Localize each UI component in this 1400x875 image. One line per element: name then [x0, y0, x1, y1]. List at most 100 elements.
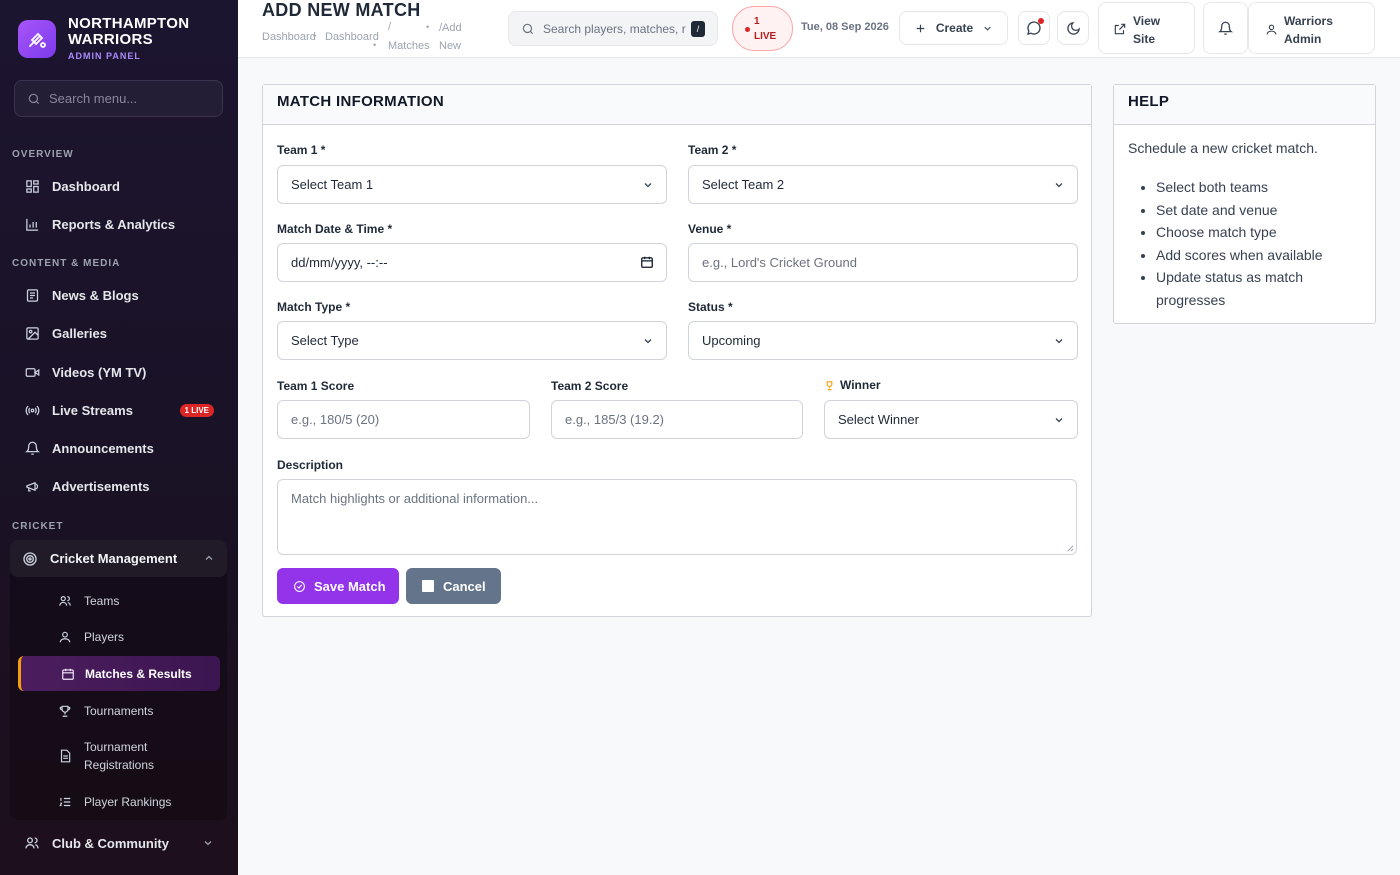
status-label: Status *	[688, 300, 733, 314]
help-list-item: Choose match type	[1156, 221, 1323, 244]
match-type-select[interactable]: Select Type	[277, 321, 667, 360]
venue-label: Venue *	[688, 222, 732, 236]
description-label: Description	[277, 458, 344, 472]
sidebar-item-club-community[interactable]: Club & Community	[12, 825, 226, 861]
create-label: Create	[935, 21, 974, 35]
megaphone-icon	[24, 478, 40, 494]
sidebar-item-announcements[interactable]: Announcements	[12, 430, 226, 466]
help-list: Select both teams Set date and venue Cho…	[1156, 176, 1323, 311]
match-date-input[interactable]: dd/mm/yyyy, --:--	[277, 243, 667, 282]
winner-label: Winner	[840, 378, 881, 392]
live-status-badge[interactable]: 1 LIVE	[732, 6, 793, 51]
live-count-badge: 1 LIVE	[179, 403, 214, 417]
status-select[interactable]: Upcoming	[688, 321, 1078, 360]
sidebar-item-label: Tournament	[84, 740, 148, 754]
cricket-bat-logo-icon	[18, 19, 56, 58]
card-title: MATCH INFORMATION	[263, 85, 1091, 125]
breadcrumb-dashboard[interactable]: Dashboard	[262, 31, 316, 43]
resize-handle-icon[interactable]	[1066, 544, 1074, 552]
team1-select[interactable]: Select Team 1	[277, 165, 667, 204]
description-textarea[interactable]: Match highlights or additional informati…	[277, 479, 1077, 555]
breadcrumb-matches[interactable]: Matches	[388, 40, 430, 52]
sidebar-item-label: Cricket Management	[50, 551, 178, 566]
view-site-button[interactable]: View Site	[1098, 2, 1195, 54]
sidebar-item-galleries[interactable]: Galleries	[12, 315, 226, 351]
external-link-icon	[1113, 22, 1127, 36]
notifications-button[interactable]	[1203, 2, 1248, 54]
save-match-label: Save Match	[314, 578, 386, 594]
team1-score-label: Team 1 Score	[277, 379, 355, 393]
user-menu-button[interactable]: Warriors Admin	[1248, 2, 1375, 54]
sidebar-subitem-matches[interactable]: Matches & Results	[18, 656, 220, 691]
sidebar-item-live-streams[interactable]: Live Streams 1 LIVE	[12, 392, 226, 428]
chevron-down-icon	[982, 23, 993, 34]
sidebar-item-cricket-management[interactable]: Cricket Management	[10, 540, 227, 577]
team2-score-input[interactable]: e.g., 185/3 (19.2)	[551, 400, 803, 439]
help-card: HELP Schedule a new cricket match. Selec…	[1113, 84, 1376, 324]
sidebar-item-label: Registrations	[84, 758, 155, 772]
sidebar-item-reports[interactable]: Reports & Analytics	[12, 206, 226, 242]
sidebar-item-videos[interactable]: Videos (YM TV)	[12, 354, 226, 390]
user-name-1: Warriors	[1284, 14, 1333, 28]
sidebar: NORTHAMPTON WARRIORS ADMIN PANEL Search …	[0, 0, 238, 875]
sidebar-subitem-tournaments[interactable]: Tournaments	[46, 702, 220, 720]
calendar-icon[interactable]	[640, 255, 654, 272]
breadcrumb-dashboard-2[interactable]: Dashboard	[325, 31, 379, 43]
breadcrumb-separator: •	[313, 31, 317, 41]
current-date: Tue, 08 Sep 2026	[801, 21, 889, 33]
brand-name-line1: NORTHAMPTON	[68, 15, 190, 32]
winner-label-row: Winner	[824, 378, 881, 392]
section-cricket: CRICKET	[12, 521, 64, 532]
help-title: HELP	[1114, 85, 1375, 125]
help-list-item: Add scores when available	[1156, 244, 1323, 267]
status-value: Upcoming	[702, 333, 761, 348]
view-site-label-1: View	[1133, 14, 1161, 28]
match-date-placeholder: dd/mm/yyyy, --:--	[291, 255, 388, 270]
grid-icon	[24, 178, 40, 194]
sidebar-search-input[interactable]: Search menu...	[14, 80, 223, 117]
team2-score-placeholder: e.g., 185/3 (19.2)	[565, 412, 665, 427]
sidebar-item-advertisements[interactable]: Advertisements	[12, 468, 226, 504]
sidebar-subitem-player-rankings[interactable]: Player Rankings	[46, 793, 220, 811]
target-icon	[22, 551, 38, 567]
team2-value: Select Team 2	[702, 177, 785, 192]
winner-select[interactable]: Select Winner	[824, 400, 1078, 439]
team2-select[interactable]: Select Team 2	[688, 165, 1078, 204]
sidebar-item-label: News & Blogs	[52, 287, 139, 303]
document-icon	[58, 749, 72, 763]
sidebar-subitem-players[interactable]: Players	[46, 628, 220, 646]
user-icon	[1265, 23, 1278, 36]
chevron-down-icon	[642, 179, 654, 194]
section-content-media: CONTENT & MEDIA	[12, 258, 121, 269]
venue-input[interactable]: e.g., Lord's Cricket Ground	[688, 243, 1078, 282]
brand[interactable]: NORTHAMPTON WARRIORS ADMIN PANEL	[18, 16, 189, 61]
list-ordered-icon	[58, 795, 72, 809]
team1-score-input[interactable]: e.g., 180/5 (20)	[277, 400, 530, 439]
match-date-label: Match Date & Time *	[277, 222, 393, 236]
chat-button[interactable]	[1018, 11, 1050, 45]
sidebar-item-news[interactable]: News & Blogs	[12, 277, 226, 313]
sidebar-subitem-teams[interactable]: Teams	[46, 592, 220, 610]
chevron-down-icon	[202, 837, 214, 852]
sidebar-search-placeholder: Search menu...	[49, 91, 138, 106]
sidebar-item-dashboard[interactable]: Dashboard	[12, 168, 226, 204]
global-search-input[interactable]: Search players, matches, r /	[508, 11, 718, 46]
sidebar-item-label: Videos (YM TV)	[52, 364, 147, 380]
cancel-label: Cancel	[443, 578, 486, 594]
chevron-down-icon	[1053, 414, 1065, 429]
breadcrumb-new: New	[439, 40, 462, 52]
breadcrumb-separator: •	[426, 22, 430, 32]
match-type-label: Match Type *	[277, 300, 351, 314]
theme-toggle-button[interactable]	[1057, 11, 1089, 45]
match-type-value: Select Type	[291, 333, 359, 348]
save-match-button[interactable]: Save Match	[277, 568, 399, 604]
sidebar-subitem-tournament-registrations[interactable]: Tournament Registrations	[46, 738, 220, 774]
create-button[interactable]: Create	[899, 11, 1008, 45]
cancel-button[interactable]: Cancel	[406, 568, 501, 604]
chevron-down-icon	[642, 335, 654, 350]
chevron-down-icon	[1053, 335, 1065, 350]
sidebar-item-label: Player Rankings	[84, 795, 172, 809]
users-icon	[58, 594, 72, 608]
bar-chart-icon	[24, 216, 40, 232]
moon-icon	[1066, 21, 1081, 36]
